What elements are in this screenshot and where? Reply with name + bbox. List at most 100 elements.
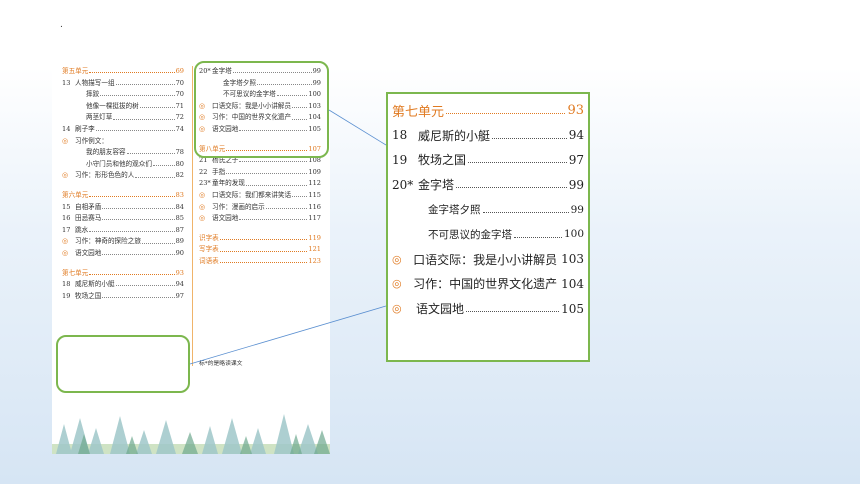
entry-title: 威尼斯的小艇 <box>75 280 115 289</box>
dot-leader <box>100 95 175 97</box>
toc-entry-bullet: ◎ 习作：形形色色的人 82 <box>62 170 184 182</box>
entry-title: 刷子李 <box>75 124 95 133</box>
circle-bullet-icon: ◎ <box>62 237 69 246</box>
entry-title: 习作：中国的世界文化遗产 <box>413 277 558 292</box>
toc-entry-bullet: ◎ 语文园地 105 <box>392 296 584 321</box>
entry-title: 口语交际：我是小小讲解员 <box>413 252 558 267</box>
entry-title: 金字塔 <box>418 178 455 193</box>
page-number: 80 <box>175 159 184 168</box>
page-number: 94 <box>568 128 584 143</box>
dot-leader <box>102 296 175 298</box>
entry-title: 田忌赛马 <box>75 214 102 223</box>
circle-bullet-icon: ◎ <box>199 214 206 223</box>
toc-entry-lesson: 15 自相矛盾 84 <box>62 202 184 214</box>
entry-title: 写字表 <box>199 245 219 254</box>
lesson-number: 19 <box>62 291 71 300</box>
dot-leader <box>219 250 308 252</box>
entry-title: 第七单元 <box>392 104 445 120</box>
entry-title: 词语表 <box>199 256 219 265</box>
lesson-number: 20* <box>392 177 414 192</box>
toc-entry-unit: 第五单元 69 <box>62 66 184 78</box>
dot-leader <box>265 207 308 209</box>
dot-leader <box>466 311 560 313</box>
circle-bullet-icon: ◎ <box>199 190 206 199</box>
dot-leader <box>89 196 175 198</box>
toc-entry-lesson: 22 手指 109 <box>199 167 321 179</box>
toc-entry-sub: 金字塔夕照 99 <box>392 197 584 222</box>
dot-leader <box>245 184 308 186</box>
page-number: 112 <box>308 179 321 188</box>
page-number: 89 <box>175 237 184 246</box>
toc-entry-bullet: ◎ 口语交际：我是小小讲解员 103 <box>392 247 584 272</box>
dot-leader <box>492 137 567 139</box>
lesson-number: 14 <box>62 124 71 133</box>
entry-title: 习作：形形色色的人 <box>75 171 135 180</box>
dot-leader <box>113 118 175 120</box>
page-number: 116 <box>308 202 321 211</box>
toc-entry-unit: 第七单元 93 <box>392 98 584 123</box>
trees-illustration <box>52 414 330 454</box>
page-number: 72 <box>175 113 184 122</box>
lesson-number: 22 <box>199 167 208 176</box>
toc-entry-orange: 写字表 121 <box>199 244 321 256</box>
circle-bullet-icon: ◎ <box>199 202 206 211</box>
lesson-number: 18 <box>62 280 71 289</box>
entry-title: 摔跤 <box>86 90 100 99</box>
circle-bullet-icon: ◎ <box>62 136 69 145</box>
entry-title: 牧场之国 <box>418 153 467 168</box>
circle-bullet-icon: ◎ <box>392 277 402 291</box>
entry-title: 小守门员和他的观众们 <box>86 159 152 168</box>
dot-leader <box>89 273 175 275</box>
toc-entry-bullet: ◎ 习作：中国的世界文化遗产 104 <box>392 272 584 297</box>
page-number: 103 <box>561 252 584 267</box>
page-number: 121 <box>308 245 321 254</box>
page-number: 78 <box>175 148 184 157</box>
toc-entry-lesson: 14 刷子李 74 <box>62 124 184 136</box>
circle-bullet-icon: ◎ <box>392 302 402 316</box>
lesson-number: 13 <box>62 78 71 87</box>
dot-leader <box>89 231 175 233</box>
entry-title: 习作：漫画的启示 <box>212 202 265 211</box>
page-number: 83 <box>175 190 184 199</box>
toc-entry-sub: 我的朋友容容 78 <box>62 147 184 159</box>
dot-leader <box>115 285 175 287</box>
entry-title: 跳水 <box>75 225 89 234</box>
stray-dot: . <box>60 20 63 30</box>
entry-title: 他像一棵挺拔的树 <box>86 101 139 110</box>
entry-title: 语文园地 <box>416 302 465 317</box>
toc-entry-sub: 摔跤 70 <box>62 89 184 101</box>
dot-leader <box>115 83 175 85</box>
circle-bullet-icon: ◎ <box>62 171 69 180</box>
page-number: 97 <box>568 152 584 167</box>
toc-entry-sub: 不可思议的金字塔 100 <box>392 222 584 247</box>
highlight-box-unit7-continued <box>194 61 329 158</box>
toc-entry-bullet: ◎ 习作：神奇的探险之旅 89 <box>62 236 184 248</box>
dot-leader <box>239 219 308 221</box>
lesson-number: 17 <box>62 225 71 234</box>
lesson-number: 23* <box>199 179 211 188</box>
page-number: 87 <box>175 225 184 234</box>
footnote: 标*的是略读课文 <box>199 361 243 367</box>
page-number: 100 <box>563 228 584 241</box>
dot-leader <box>102 254 175 256</box>
entry-title: 第五单元 <box>62 67 89 75</box>
dot-leader <box>89 72 175 74</box>
toc-gap <box>199 225 321 233</box>
entry-title: 识字表 <box>199 233 219 242</box>
page-number: 94 <box>175 280 184 289</box>
entry-title: 口语交际：我们都来讲笑话 <box>212 190 292 199</box>
toc-entry-lesson: 19 牧场之国 97 <box>62 291 184 303</box>
page-number: 105 <box>561 301 584 316</box>
page-number: 84 <box>175 202 184 211</box>
entry-title: 金字塔夕照 <box>428 204 481 217</box>
circle-bullet-icon: ◎ <box>392 252 402 266</box>
page-number: 69 <box>175 67 184 75</box>
dot-leader <box>446 112 566 114</box>
page-number: 97 <box>175 291 184 300</box>
lesson-number: 16 <box>62 214 71 223</box>
entry-title: 习作例文： <box>75 136 108 145</box>
lesson-number: 15 <box>62 202 71 211</box>
page-number: 70 <box>175 78 184 87</box>
toc-entry-sub: 他像一棵挺拔的树 71 <box>62 101 184 113</box>
entry-title: 第六单元 <box>62 190 89 199</box>
